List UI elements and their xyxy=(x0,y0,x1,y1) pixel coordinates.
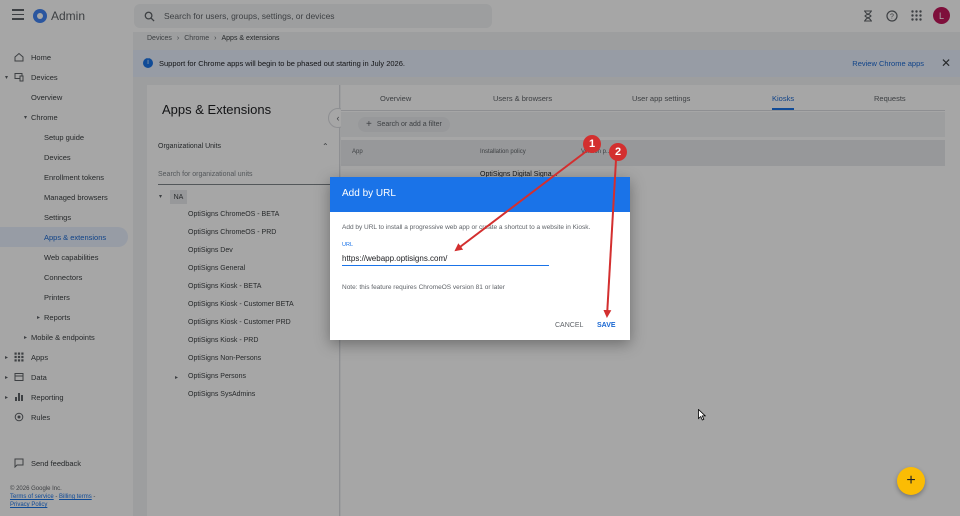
mouse-cursor-icon xyxy=(698,409,706,421)
add-by-url-dialog: Add by URL Add by URL to install a progr… xyxy=(330,177,630,340)
url-field-label: URL xyxy=(342,242,354,248)
annotation-marker-1: 1 xyxy=(583,135,601,153)
annotation-marker-2: 2 xyxy=(609,143,627,161)
dialog-title: Add by URL xyxy=(342,188,396,199)
url-field[interactable] xyxy=(342,252,549,266)
cancel-button[interactable]: CANCEL xyxy=(555,322,583,329)
dialog-header: Add by URL xyxy=(330,177,630,212)
save-button[interactable]: SAVE xyxy=(597,322,616,329)
add-fab-button[interactable]: + xyxy=(897,467,925,495)
dialog-note: Note: this feature requires ChromeOS ver… xyxy=(342,284,505,291)
dialog-description: Add by URL to install a progressive web … xyxy=(342,224,591,231)
